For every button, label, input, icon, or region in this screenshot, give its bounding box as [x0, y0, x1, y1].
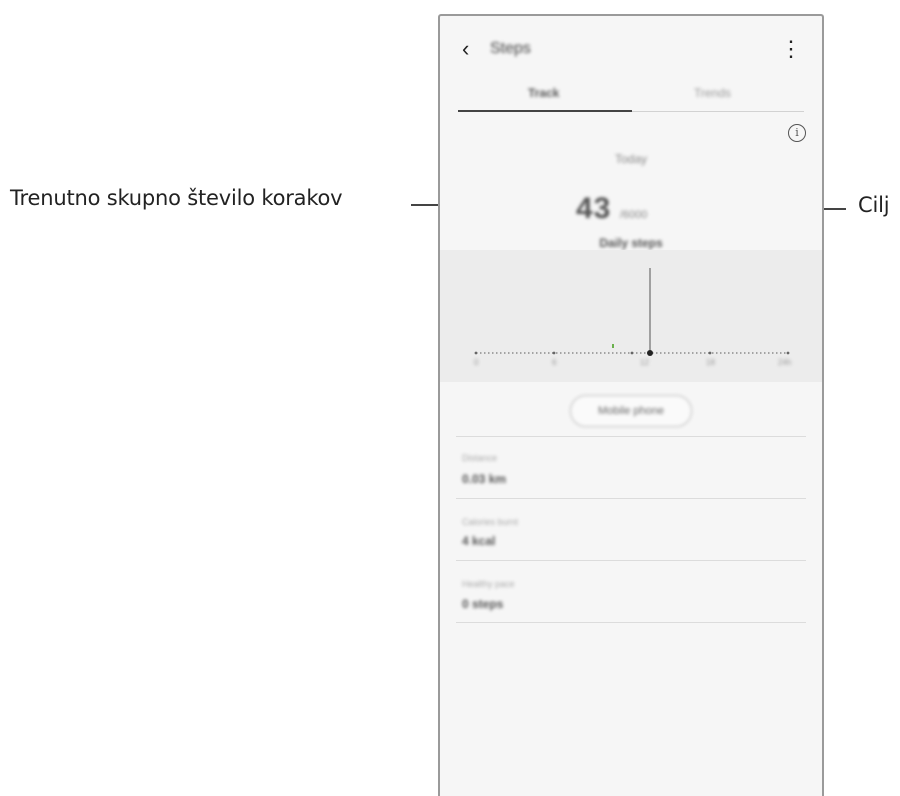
daily-steps-label: Daily steps: [599, 236, 663, 250]
chart-tick-label: 24h: [778, 358, 792, 367]
device-select-button[interactable]: Mobile phone: [570, 395, 692, 427]
app-header: ‹ Steps ⋮: [440, 34, 822, 66]
tab-track[interactable]: Track: [528, 86, 559, 100]
phone-screen: ‹ Steps ⋮ Track Trends i Today 43 /6000 …: [438, 14, 824, 796]
chart-plot: [474, 268, 790, 356]
callout-goal: Cilj: [858, 193, 890, 217]
tab-bar: Track Trends: [458, 86, 804, 112]
steps-summary: 43 /6000: [576, 192, 647, 226]
stat-value-distance: 0.03 km: [462, 472, 507, 486]
divider: [456, 560, 806, 561]
more-vertical-icon[interactable]: ⋮: [780, 38, 802, 60]
callout-current-steps: Trenutno skupno število korakov: [10, 186, 343, 210]
stat-label-healthy-pace: Healthy pace: [462, 579, 515, 589]
chart-tick-label: 12: [640, 358, 649, 367]
chart-current-point: [647, 350, 653, 356]
chart-tick-label: 18: [706, 358, 715, 367]
day-label: Today: [614, 152, 648, 166]
chart-step-bar: [612, 344, 614, 348]
chart-tick-dot: [474, 351, 478, 355]
tab-selected-indicator: [458, 110, 632, 112]
page-title: Steps: [490, 40, 531, 57]
divider: [456, 436, 806, 437]
chart-tick-label: 6: [552, 358, 557, 367]
daily-steps-chart: 0 6 12 18 24h: [440, 250, 822, 382]
chart-tick-label: 0: [474, 358, 479, 367]
chart-tick-dot: [552, 351, 556, 355]
steps-count: 43: [576, 192, 612, 225]
chart-tick-dot: [786, 351, 790, 355]
divider: [456, 498, 806, 499]
stat-value-calories: 4 kcal: [462, 534, 496, 548]
chart-tick-dot: [630, 351, 634, 355]
stat-label-distance: Distance: [462, 453, 498, 463]
stat-label-calories: Calories burnt: [462, 517, 519, 527]
chevron-left-icon[interactable]: ‹: [462, 36, 469, 62]
steps-goal: /6000: [619, 209, 648, 221]
tab-trends[interactable]: Trends: [694, 86, 731, 100]
chart-tick-dot: [708, 351, 712, 355]
divider: [456, 622, 806, 623]
info-icon[interactable]: i: [788, 124, 806, 142]
stat-value-healthy-pace: 0 steps: [462, 597, 504, 611]
